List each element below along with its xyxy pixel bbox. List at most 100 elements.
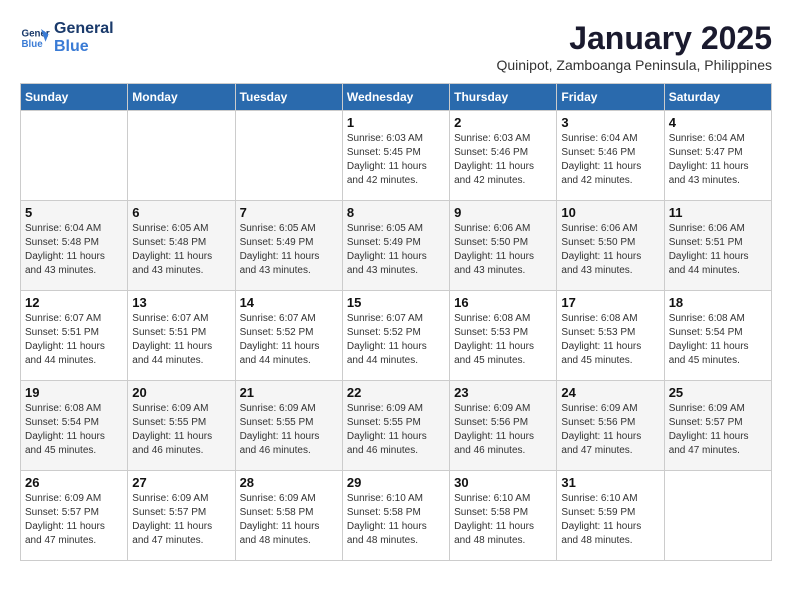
day-number: 9: [454, 205, 552, 220]
day-number: 23: [454, 385, 552, 400]
weekday-header-tuesday: Tuesday: [235, 84, 342, 111]
week-row-4: 19Sunrise: 6:08 AM Sunset: 5:54 PM Dayli…: [21, 381, 772, 471]
day-info: Sunrise: 6:07 AM Sunset: 5:52 PM Dayligh…: [240, 312, 338, 368]
calendar-cell: [21, 111, 128, 201]
day-info: Sunrise: 6:09 AM Sunset: 5:55 PM Dayligh…: [240, 402, 338, 458]
day-info: Sunrise: 6:07 AM Sunset: 5:51 PM Dayligh…: [132, 312, 230, 368]
logo-text-general: General: [54, 20, 114, 38]
day-number: 13: [132, 295, 230, 310]
calendar-cell: 6Sunrise: 6:05 AM Sunset: 5:48 PM Daylig…: [128, 201, 235, 291]
day-number: 22: [347, 385, 445, 400]
calendar-cell: 24 Sunrise: 6:09 AM Sunset: 5:56 PM Dayli…: [557, 381, 664, 471]
week-row-5: 26 Sunrise: 6:09 AM Sunset: 5:57 PM Dayli…: [21, 471, 772, 561]
day-number: 24: [561, 385, 659, 400]
day-info: Sunrise: 6:03 AM Sunset: 5:46 PM Dayligh…: [454, 132, 552, 188]
calendar-cell: 1 Sunrise: 6:03 AM Sunset: 5:45 PM Daylig…: [342, 111, 449, 201]
title-area: January 2025 Quinipot, Zamboanga Peninsu…: [496, 20, 772, 73]
calendar-cell: 28 Sunrise: 6:09 AM Sunset: 5:58 PM Dayli…: [235, 471, 342, 561]
day-number: 4: [669, 115, 767, 130]
day-number: 18: [669, 295, 767, 310]
calendar-cell: [235, 111, 342, 201]
day-number: 28: [240, 475, 338, 490]
calendar-cell: 19Sunrise: 6:08 AM Sunset: 5:54 PM Dayli…: [21, 381, 128, 471]
day-number: 25: [669, 385, 767, 400]
day-info: Sunrise: 6:09 AM Sunset: 5:58 PM Dayligh…: [240, 492, 338, 548]
weekday-header-friday: Friday: [557, 84, 664, 111]
day-info: Sunrise: 6:10 AM Sunset: 5:58 PM Dayligh…: [454, 492, 552, 548]
weekday-header-wednesday: Wednesday: [342, 84, 449, 111]
day-info: Sunrise: 6:10 AM Sunset: 5:59 PM Dayligh…: [561, 492, 659, 548]
day-number: 27: [132, 475, 230, 490]
day-info: Sunrise: 6:08 AM Sunset: 5:54 PM Dayligh…: [669, 312, 767, 368]
day-info: Sunrise: 6:06 AM Sunset: 5:50 PM Dayligh…: [454, 222, 552, 278]
day-number: 3: [561, 115, 659, 130]
calendar-cell: [128, 111, 235, 201]
week-row-3: 12 Sunrise: 6:07 AM Sunset: 5:51 PM Dayli…: [21, 291, 772, 381]
day-number: 10: [561, 205, 659, 220]
day-number: 6: [132, 205, 230, 220]
day-info: Sunrise: 6:09 AM Sunset: 5:55 PM Dayligh…: [132, 402, 230, 458]
week-row-1: 1 Sunrise: 6:03 AM Sunset: 5:45 PM Daylig…: [21, 111, 772, 201]
calendar-cell: 15Sunrise: 6:07 AM Sunset: 5:52 PM Dayli…: [342, 291, 449, 381]
day-info: Sunrise: 6:03 AM Sunset: 5:45 PM Dayligh…: [347, 132, 445, 188]
day-number: 12: [25, 295, 123, 310]
calendar-cell: [664, 471, 771, 561]
calendar-cell: 14 Sunrise: 6:07 AM Sunset: 5:52 PM Dayli…: [235, 291, 342, 381]
day-number: 2: [454, 115, 552, 130]
day-number: 5: [25, 205, 123, 220]
day-info: Sunrise: 6:05 AM Sunset: 5:49 PM Dayligh…: [240, 222, 338, 278]
day-number: 15: [347, 295, 445, 310]
week-row-2: 5 Sunrise: 6:04 AM Sunset: 5:48 PM Daylig…: [21, 201, 772, 291]
day-info: Sunrise: 6:04 AM Sunset: 5:46 PM Dayligh…: [561, 132, 659, 188]
calendar-table: SundayMondayTuesdayWednesdayThursdayFrid…: [20, 83, 772, 561]
weekday-header-sunday: Sunday: [21, 84, 128, 111]
day-info: Sunrise: 6:09 AM Sunset: 5:57 PM Dayligh…: [25, 492, 123, 548]
day-info: Sunrise: 6:05 AM Sunset: 5:49 PM Dayligh…: [347, 222, 445, 278]
day-number: 11: [669, 205, 767, 220]
day-info: Sunrise: 6:08 AM Sunset: 5:53 PM Dayligh…: [561, 312, 659, 368]
calendar-cell: 18 Sunrise: 6:08 AM Sunset: 5:54 PM Dayli…: [664, 291, 771, 381]
day-info: Sunrise: 6:06 AM Sunset: 5:50 PM Dayligh…: [561, 222, 659, 278]
calendar-cell: 2 Sunrise: 6:03 AM Sunset: 5:46 PM Daylig…: [450, 111, 557, 201]
calendar-cell: 30Sunrise: 6:10 AM Sunset: 5:58 PM Dayli…: [450, 471, 557, 561]
calendar-cell: 3 Sunrise: 6:04 AM Sunset: 5:46 PM Daylig…: [557, 111, 664, 201]
day-number: 21: [240, 385, 338, 400]
day-info: Sunrise: 6:06 AM Sunset: 5:51 PM Dayligh…: [669, 222, 767, 278]
calendar-cell: 10 Sunrise: 6:06 AM Sunset: 5:50 PM Dayli…: [557, 201, 664, 291]
calendar-cell: 21 Sunrise: 6:09 AM Sunset: 5:55 PM Dayli…: [235, 381, 342, 471]
logo: General Blue General Blue: [20, 20, 114, 55]
day-number: 31: [561, 475, 659, 490]
calendar-cell: 17 Sunrise: 6:08 AM Sunset: 5:53 PM Dayli…: [557, 291, 664, 381]
day-number: 1: [347, 115, 445, 130]
calendar-cell: 22 Sunrise: 6:09 AM Sunset: 5:55 PM Dayli…: [342, 381, 449, 471]
month-year-title: January 2025: [496, 20, 772, 57]
day-number: 20: [132, 385, 230, 400]
weekday-header-thursday: Thursday: [450, 84, 557, 111]
calendar-cell: 4 Sunrise: 6:04 AM Sunset: 5:47 PM Daylig…: [664, 111, 771, 201]
day-number: 26: [25, 475, 123, 490]
day-info: Sunrise: 6:04 AM Sunset: 5:48 PM Dayligh…: [25, 222, 123, 278]
day-info: Sunrise: 6:09 AM Sunset: 5:57 PM Dayligh…: [669, 402, 767, 458]
weekday-header-saturday: Saturday: [664, 84, 771, 111]
day-info: Sunrise: 6:04 AM Sunset: 5:47 PM Dayligh…: [669, 132, 767, 188]
calendar-cell: 8Sunrise: 6:05 AM Sunset: 5:49 PM Daylig…: [342, 201, 449, 291]
day-number: 17: [561, 295, 659, 310]
weekday-header-row: SundayMondayTuesdayWednesdayThursdayFrid…: [21, 84, 772, 111]
day-info: Sunrise: 6:09 AM Sunset: 5:55 PM Dayligh…: [347, 402, 445, 458]
day-info: Sunrise: 6:08 AM Sunset: 5:54 PM Dayligh…: [25, 402, 123, 458]
day-info: Sunrise: 6:09 AM Sunset: 5:56 PM Dayligh…: [561, 402, 659, 458]
day-number: 16: [454, 295, 552, 310]
calendar-cell: 23 Sunrise: 6:09 AM Sunset: 5:56 PM Dayli…: [450, 381, 557, 471]
calendar-cell: 13 Sunrise: 6:07 AM Sunset: 5:51 PM Dayli…: [128, 291, 235, 381]
day-info: Sunrise: 6:10 AM Sunset: 5:58 PM Dayligh…: [347, 492, 445, 548]
day-info: Sunrise: 6:09 AM Sunset: 5:56 PM Dayligh…: [454, 402, 552, 458]
calendar-cell: 9 Sunrise: 6:06 AM Sunset: 5:50 PM Daylig…: [450, 201, 557, 291]
calendar-cell: 7Sunrise: 6:05 AM Sunset: 5:49 PM Daylig…: [235, 201, 342, 291]
logo-icon: General Blue: [20, 23, 50, 53]
calendar-cell: 12Sunrise: 6:07 AM Sunset: 5:51 PM Dayli…: [21, 291, 128, 381]
day-number: 14: [240, 295, 338, 310]
page-header: General Blue General Blue January 2025 Q…: [20, 20, 772, 73]
calendar-cell: 29Sunrise: 6:10 AM Sunset: 5:58 PM Dayli…: [342, 471, 449, 561]
calendar-cell: 20 Sunrise: 6:09 AM Sunset: 5:55 PM Dayli…: [128, 381, 235, 471]
calendar-cell: 11 Sunrise: 6:06 AM Sunset: 5:51 PM Dayli…: [664, 201, 771, 291]
